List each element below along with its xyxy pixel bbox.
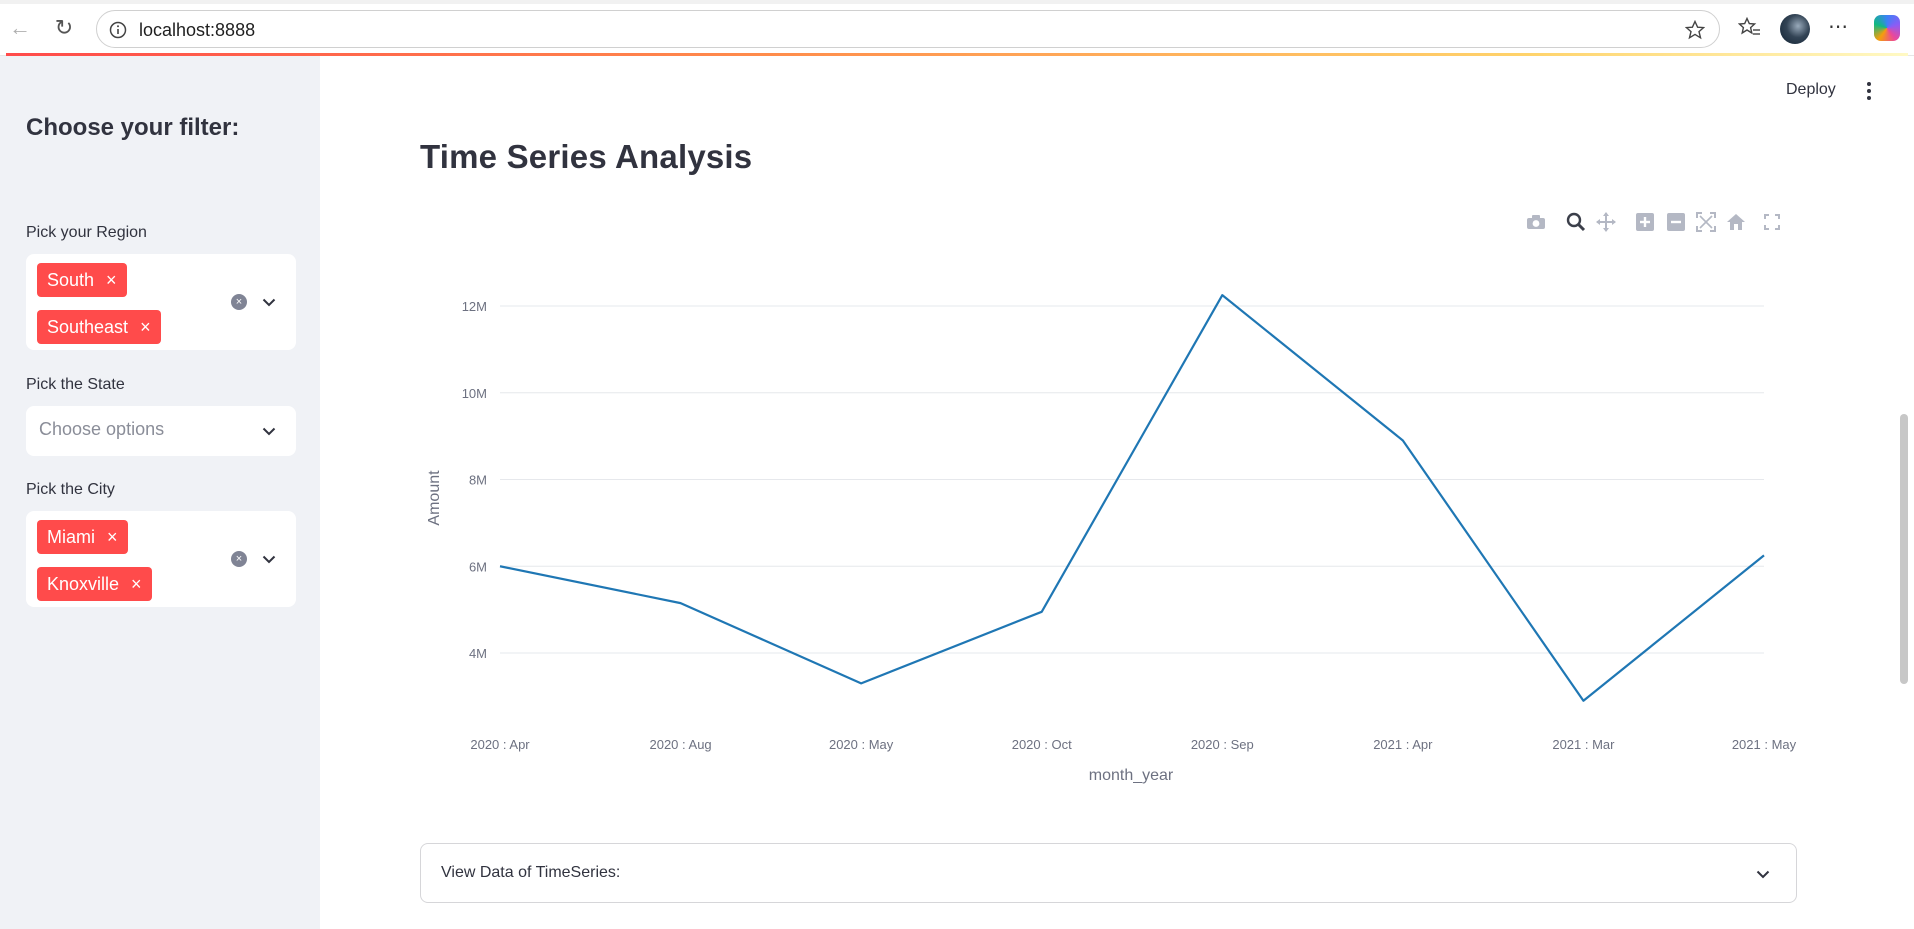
pan-icon[interactable] xyxy=(1594,210,1618,234)
more-icon[interactable]: ⋯ xyxy=(1828,14,1848,39)
zoom-icon[interactable] xyxy=(1564,210,1588,234)
state-multiselect[interactable]: Choose options xyxy=(26,406,296,456)
city-chip-miami[interactable]: Miami × xyxy=(37,520,128,554)
chevron-down-icon[interactable] xyxy=(259,421,279,441)
chevron-down-icon[interactable] xyxy=(259,292,279,312)
deploy-button[interactable]: Deploy xyxy=(1786,81,1836,99)
x-tick-label: 2020 : Sep xyxy=(1191,737,1254,752)
y-tick-label: 8M xyxy=(469,473,487,488)
autoscale-icon[interactable] xyxy=(1694,210,1718,234)
profile-avatar[interactable] xyxy=(1780,14,1810,44)
copilot-icon[interactable] xyxy=(1874,15,1900,41)
zoom-out-icon[interactable] xyxy=(1664,210,1688,234)
y-tick-label: 10M xyxy=(462,386,487,401)
browser-toolbar: ← ↻ localhost:8888 ⋯ xyxy=(0,0,1914,56)
state-label: Pick the State xyxy=(26,376,125,393)
home-icon[interactable] xyxy=(1724,210,1748,234)
address-bar[interactable]: localhost:8888 xyxy=(96,10,1720,48)
info-icon[interactable] xyxy=(109,21,127,39)
x-tick-label: 2021 : May xyxy=(1732,737,1797,752)
url-text[interactable]: localhost:8888 xyxy=(139,20,255,41)
y-axis-ticks: 4M 6M 8M 10M 12M xyxy=(462,299,487,661)
x-axis-label: month_year xyxy=(1089,767,1174,784)
reload-icon[interactable]: ↻ xyxy=(50,14,78,42)
y-tick-label: 12M xyxy=(462,299,487,314)
fullscreen-icon[interactable] xyxy=(1760,210,1784,234)
region-multiselect[interactable]: South × Southeast × × xyxy=(26,254,296,350)
region-chip-south[interactable]: South × xyxy=(37,263,127,297)
x-tick-label: 2020 : May xyxy=(829,737,894,752)
chevron-down-icon[interactable] xyxy=(1753,864,1773,884)
zoom-in-icon[interactable] xyxy=(1633,210,1657,234)
chart-modebar xyxy=(1524,210,1784,236)
expander-label: View Data of TimeSeries: xyxy=(441,864,621,881)
star-icon[interactable] xyxy=(1685,20,1705,40)
city-label: Pick the City xyxy=(26,481,115,498)
y-tick-label: 4M xyxy=(469,646,487,661)
sidebar-title: Choose your filter: xyxy=(26,114,240,141)
city-multiselect[interactable]: Miami × Knoxville × × xyxy=(26,511,296,607)
city-chip-knoxville[interactable]: Knoxville × xyxy=(37,567,152,601)
clear-all-icon[interactable]: × xyxy=(231,294,247,310)
series-line[interactable] xyxy=(499,294,1765,702)
timeseries-data-expander[interactable]: View Data of TimeSeries: xyxy=(420,843,1797,903)
camera-icon[interactable] xyxy=(1524,210,1548,234)
x-tick-label: 2020 : Apr xyxy=(470,737,530,752)
page-title: Time Series Analysis xyxy=(420,138,753,175)
x-tick-label: 2021 : Apr xyxy=(1373,737,1433,752)
x-axis-ticks: 2020 : Apr 2020 : Aug 2020 : May 2020 : Oct… xyxy=(470,737,1796,752)
chevron-down-icon[interactable] xyxy=(259,549,279,569)
remove-chip-icon[interactable]: × xyxy=(140,317,151,338)
back-icon[interactable]: ← xyxy=(6,14,34,42)
remove-chip-icon[interactable]: × xyxy=(107,527,118,548)
remove-chip-icon[interactable]: × xyxy=(131,574,142,595)
gridlines xyxy=(500,305,1764,654)
main-menu-icon[interactable] xyxy=(1862,80,1876,102)
state-placeholder: Choose options xyxy=(39,419,165,439)
y-axis-label: Amount xyxy=(426,470,443,526)
remove-chip-icon[interactable]: × xyxy=(106,270,117,291)
y-tick-label: 6M xyxy=(469,559,487,574)
x-tick-label: 2020 : Aug xyxy=(649,737,711,752)
clear-all-icon[interactable]: × xyxy=(231,551,247,567)
region-label: Pick your Region xyxy=(26,224,147,241)
series-layer xyxy=(499,294,1765,702)
tab-strip xyxy=(0,0,1914,4)
page-scrollbar[interactable] xyxy=(1900,414,1908,684)
favorites-icon[interactable] xyxy=(1738,17,1762,39)
region-chip-southeast[interactable]: Southeast × xyxy=(37,310,161,344)
x-tick-label: 2020 : Oct xyxy=(1012,737,1072,752)
x-tick-label: 2021 : Mar xyxy=(1552,737,1615,752)
